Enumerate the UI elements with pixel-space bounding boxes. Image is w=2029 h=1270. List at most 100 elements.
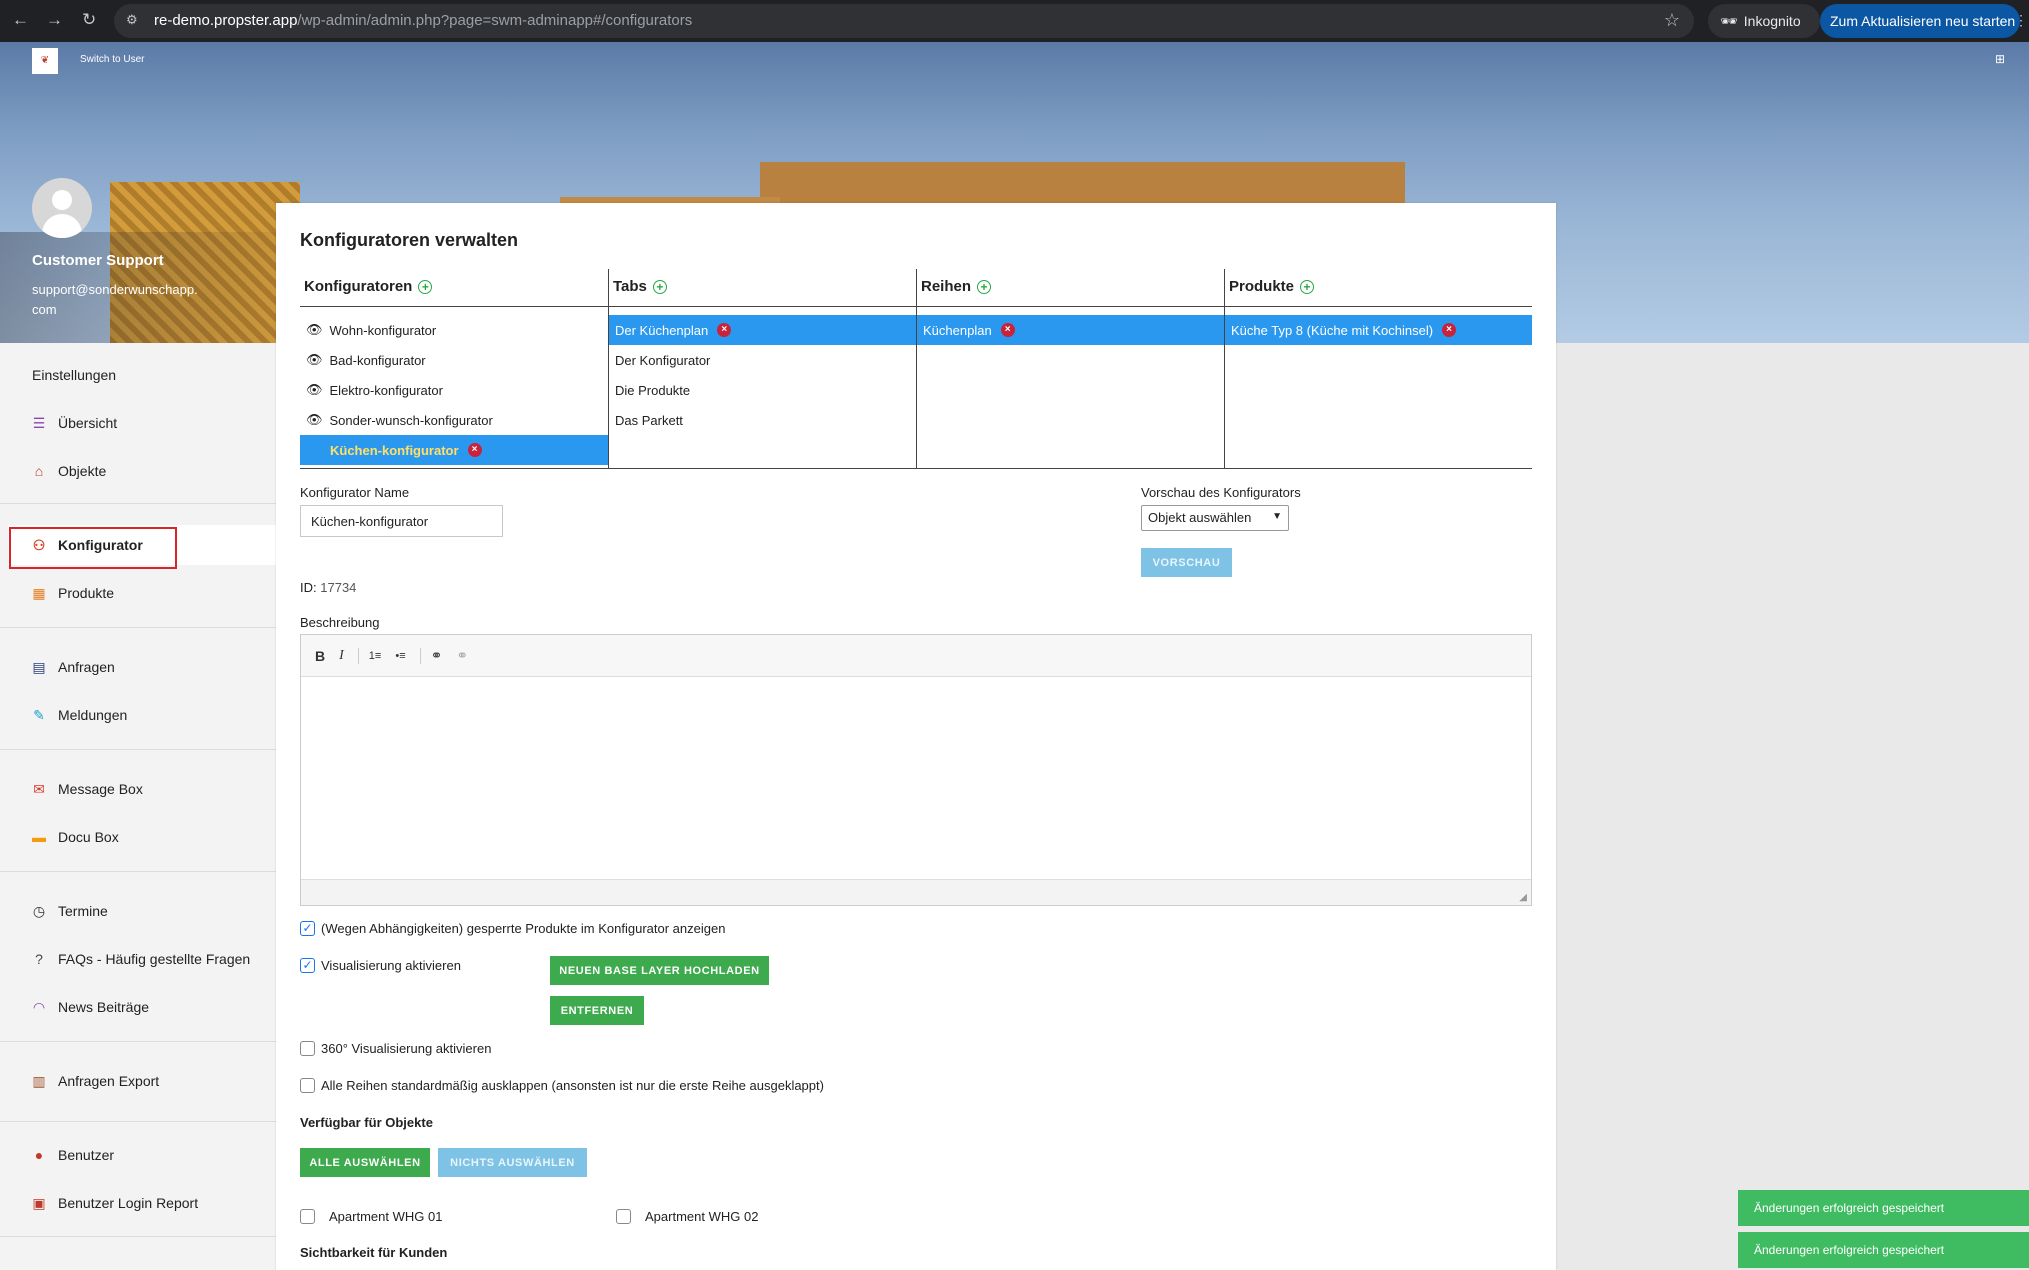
- checkbox-checked[interactable]: ✓: [300, 958, 315, 973]
- sidebar-item-message-box[interactable]: ✉ Message Box: [8, 769, 276, 809]
- url-host: re-demo.propster.app: [154, 12, 298, 29]
- sidebar-item-label: Produkte: [58, 585, 115, 601]
- upload-base-layer-button[interactable]: NEUEN BASE LAYER HOCHLADEN: [550, 956, 769, 985]
- update-button[interactable]: Zum Aktualisieren neu starten ⋮: [1820, 4, 2028, 38]
- list-item[interactable]: 👁 Wohn-konfigurator: [300, 315, 608, 345]
- remove-button[interactable]: ENTFERNEN: [550, 996, 644, 1025]
- incognito-badge[interactable]: 🕶 Inkognito: [1708, 4, 1820, 38]
- sidebar-settings[interactable]: Einstellungen: [8, 355, 276, 395]
- sidebar-item-docu-box[interactable]: ▬ Docu Box: [8, 817, 276, 857]
- eye-icon[interactable]: 👁: [306, 322, 323, 338]
- sidebar-item-login-report[interactable]: ▣ Benutzer Login Report: [8, 1183, 276, 1223]
- checkbox-unchecked[interactable]: [300, 1041, 315, 1056]
- forward-icon[interactable]: →: [46, 10, 63, 30]
- list-item[interactable]: 👁 Bad-konfigurator: [300, 345, 608, 375]
- user-name: Customer Support: [32, 252, 164, 269]
- toast-notification: Änderungen erfolgreich gespeichert: [1738, 1190, 2029, 1226]
- bookmark-star-icon[interactable]: ☆: [1664, 10, 1680, 31]
- list-item[interactable]: Das Parkett: [609, 405, 916, 435]
- sidebar-item-produkte[interactable]: ▦ Produkte: [8, 573, 276, 613]
- list-item-selected[interactable]: Küche Typ 8 (Küche mit Kochinsel) ×: [1225, 315, 1532, 345]
- products-icon: ▦: [32, 584, 46, 601]
- incognito-icon: 🕶: [1720, 13, 1738, 29]
- link-button[interactable]: ⚭: [431, 647, 443, 664]
- list-item[interactable]: 👁 Sonder-wunsch-konfigurator: [300, 405, 608, 435]
- menu-dots-icon[interactable]: ⋮: [2014, 12, 2028, 29]
- bullet-list-button[interactable]: •≡: [395, 650, 405, 662]
- object-checkbox-whg01[interactable]: Apartment WHG 01: [300, 1209, 442, 1224]
- site-logo[interactable]: ❦: [32, 48, 58, 74]
- editor-toolbar: B I 1≡ •≡ ⚭ ⚭: [301, 635, 1531, 677]
- switch-user-link[interactable]: Switch to User: [80, 54, 144, 65]
- column-header: Produkte: [1229, 278, 1295, 295]
- divider: [0, 627, 276, 628]
- divider: [0, 749, 276, 750]
- sidebar-item-meldungen[interactable]: ✎ Meldungen: [8, 695, 276, 735]
- select-all-button[interactable]: ALLE AUSWÄHLEN: [300, 1148, 430, 1177]
- italic-button[interactable]: I: [339, 648, 344, 664]
- divider: [0, 1121, 276, 1122]
- site-settings-icon[interactable]: ⚙: [126, 12, 138, 28]
- browser-toolbar: ← → ↻ ⚙ re-demo.propster.app/wp-admin/ad…: [0, 0, 2029, 42]
- sidebar-item-benutzer[interactable]: ● Benutzer: [8, 1135, 276, 1175]
- checkbox-unchecked[interactable]: [300, 1209, 315, 1224]
- sidebar-item-faqs[interactable]: ? FAQs - Häufig gestellte Fragen: [8, 939, 276, 979]
- preview-button[interactable]: VORSCHAU: [1141, 548, 1232, 577]
- list-item[interactable]: Die Produkte: [609, 375, 916, 405]
- description-editor[interactable]: B I 1≡ •≡ ⚭ ⚭ ◢: [300, 634, 1532, 906]
- unlink-button[interactable]: ⚭: [456, 647, 468, 664]
- list-item[interactable]: 👁 Elektro-konfigurator: [300, 375, 608, 405]
- add-konfigurator-icon[interactable]: +: [418, 280, 433, 294]
- item-label: Küchen-konfigurator: [330, 442, 459, 458]
- address-bar[interactable]: ⚙ re-demo.propster.app/wp-admin/admin.ph…: [114, 4, 1694, 38]
- remove-icon[interactable]: ×: [1442, 323, 1457, 337]
- column-reihen: Reihen + Küchenplan ×: [916, 269, 1224, 469]
- reload-icon[interactable]: ↻: [82, 10, 96, 30]
- object-checkbox-whg02[interactable]: Apartment WHG 02: [616, 1209, 758, 1224]
- checkbox-checked[interactable]: ✓: [300, 921, 315, 936]
- sidebar-item-anfragen-export[interactable]: ▥ Anfragen Export: [8, 1061, 276, 1101]
- sidebar-item-anfragen[interactable]: ▤ Anfragen: [8, 647, 276, 687]
- sidebar-item-label: News Beiträge: [58, 999, 150, 1015]
- preview-select[interactable]: Objekt auswählen ▼: [1141, 505, 1289, 531]
- list-item-selected[interactable]: Küchenplan ×: [917, 315, 1224, 345]
- divider: [0, 1041, 276, 1042]
- checkbox-unchecked[interactable]: [616, 1209, 631, 1224]
- resize-handle-icon[interactable]: ◢: [1519, 892, 1527, 903]
- remove-icon[interactable]: ×: [467, 443, 482, 457]
- ordered-list-button[interactable]: 1≡: [369, 650, 382, 662]
- expand-rows-checkbox[interactable]: Alle Reihen standardmäßig ausklappen (an…: [300, 1078, 824, 1093]
- visualisation-checkbox[interactable]: ✓ Visualisierung aktivieren: [300, 958, 461, 973]
- name-input[interactable]: Küchen-konfigurator: [300, 505, 503, 537]
- locked-products-checkbox[interactable]: ✓ (Wegen Abhängigkeiten) gesperrte Produk…: [300, 921, 725, 936]
- user-icon: ●: [34, 1147, 44, 1163]
- preview-select-value: Objekt auswählen: [1148, 510, 1252, 525]
- add-produkt-icon[interactable]: +: [1300, 280, 1315, 294]
- rss-icon: ◠: [32, 998, 46, 1015]
- select-none-button[interactable]: NICHTS AUSWÄHLEN: [438, 1148, 587, 1177]
- name-label: Konfigurator Name: [300, 485, 410, 500]
- back-icon[interactable]: ←: [12, 10, 29, 30]
- grid-icon[interactable]: ⊞: [1995, 52, 2005, 66]
- list-item[interactable]: Der Konfigurator: [609, 345, 916, 375]
- sidebar-item-objekte[interactable]: ⌂ Objekte: [8, 451, 276, 491]
- eye-icon[interactable]: 👁: [306, 382, 323, 398]
- toast-notification: Änderungen erfolgreich gespeichert: [1738, 1232, 2029, 1268]
- remove-icon[interactable]: ×: [717, 323, 732, 337]
- add-tab-icon[interactable]: +: [652, 280, 667, 294]
- visualisation-360-checkbox[interactable]: 360° Visualisierung aktivieren: [300, 1041, 491, 1056]
- editor-statusbar: ◢: [301, 879, 1531, 905]
- file-export-icon: ▥: [32, 1072, 46, 1089]
- checkbox-unchecked[interactable]: [300, 1078, 315, 1093]
- eye-icon[interactable]: 👁: [306, 412, 323, 428]
- sidebar-item-uebersicht[interactable]: ☰ Übersicht: [8, 403, 276, 443]
- remove-icon[interactable]: ×: [1000, 323, 1015, 337]
- eye-icon[interactable]: 👁: [306, 352, 323, 368]
- list-item-selected[interactable]: Der Küchenplan ×: [609, 315, 916, 345]
- add-reihe-icon[interactable]: +: [977, 280, 992, 294]
- sidebar-item-news[interactable]: ◠ News Beiträge: [8, 987, 276, 1027]
- sidebar-item-termine[interactable]: ◷ Termine: [8, 891, 276, 931]
- list-item-selected[interactable]: Küchen-konfigurator ×: [300, 435, 608, 465]
- bold-button[interactable]: B: [315, 648, 325, 664]
- item-label: Das Parkett: [615, 412, 683, 428]
